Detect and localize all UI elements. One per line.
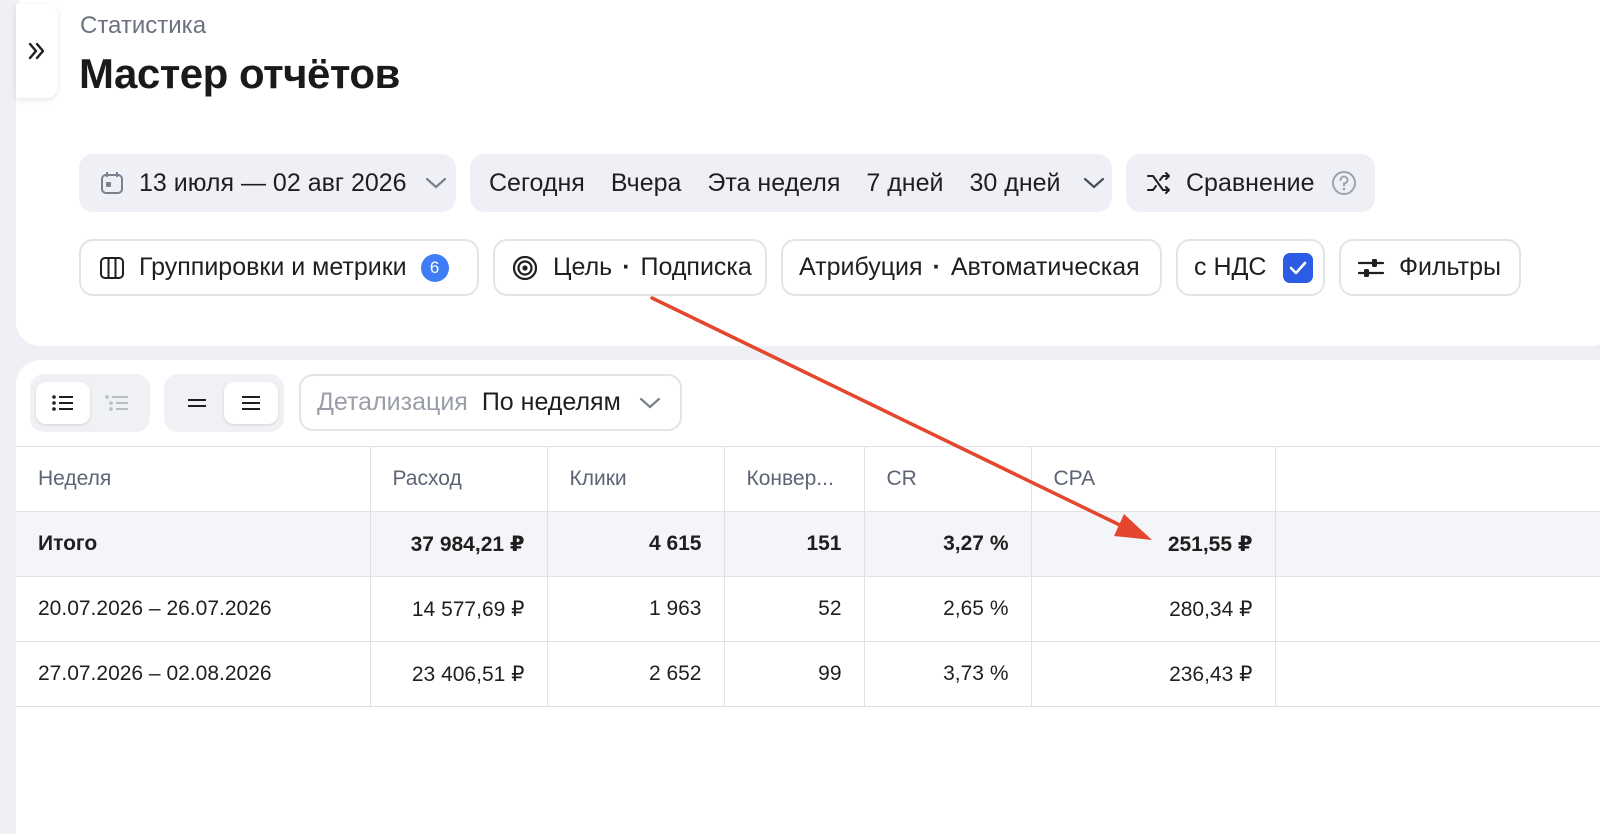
row-cpa: 236,43 ₽ [1031, 641, 1276, 707]
attribution-value: Автоматическая [950, 253, 1140, 281]
chevron-down-icon[interactable] [1083, 176, 1105, 190]
regular-density-button[interactable] [224, 382, 278, 424]
empty-cell [1275, 641, 1600, 707]
calendar-icon [99, 170, 125, 196]
row-cr: 3,73 % [864, 641, 1032, 707]
table-header-row: Неделя Расход Клики Конвер... CR CPA [16, 446, 1600, 512]
total-cpa: 251,55 ₽ [1031, 511, 1276, 577]
double-chevron-right-icon [28, 42, 45, 60]
compact-density-button[interactable] [170, 382, 224, 424]
groupings-count-badge: 6 [420, 253, 449, 282]
breadcrumb[interactable]: Статистика [80, 12, 206, 40]
row-week: 20.07.2026 – 26.07.2026 [16, 576, 371, 642]
column-header-cr[interactable]: CR [864, 446, 1032, 512]
total-row: Итого 37 984,21 ₽ 4 615 151 3,27 % 251,5… [16, 511, 1600, 577]
detail-label: Детализация [317, 388, 468, 416]
column-header-spend[interactable]: Расход [370, 446, 548, 512]
detail-value: По неделям [481, 388, 621, 416]
comparison-label: Сравнение [1186, 168, 1315, 197]
row-density-switch [164, 374, 284, 432]
preset-this-week[interactable]: Эта неделя [707, 169, 840, 198]
compact-rows-icon [188, 399, 206, 407]
total-clicks: 4 615 [547, 511, 725, 577]
groupings-metrics-button[interactable]: Группировки и метрики 6 [79, 239, 479, 296]
row-conversions: 52 [724, 576, 865, 642]
goal-value: Подписка [640, 253, 752, 281]
row-clicks: 1 963 [547, 576, 725, 642]
regular-rows-icon [242, 396, 260, 410]
total-conversions: 151 [724, 511, 865, 577]
indented-list-icon [105, 395, 128, 411]
shuffle-icon [1146, 171, 1172, 195]
row-conversions: 99 [724, 641, 865, 707]
help-icon[interactable] [1331, 170, 1357, 196]
vat-label: с НДС [1194, 253, 1267, 281]
view-mode-switch [30, 374, 150, 432]
report-table: Неделя Расход Клики Конвер... CR CPA Ито… [16, 446, 1600, 707]
vat-toggle[interactable]: с НДС [1176, 239, 1325, 296]
column-header-cpa[interactable]: CPA [1031, 446, 1276, 512]
vat-checkbox[interactable] [1282, 252, 1313, 283]
row-spend: 14 577,69 ₽ [370, 576, 548, 642]
table-row: 20.07.2026 – 26.07.2026 14 577,69 ₽ 1 96… [16, 576, 1600, 642]
filters-button[interactable]: Фильтры [1339, 239, 1521, 296]
row-spend: 23 406,51 ₽ [370, 641, 548, 707]
row-week: 27.07.2026 – 02.08.2026 [16, 641, 371, 707]
date-presets: Сегодня Вчера Эта неделя 7 дней 30 дней [470, 154, 1112, 212]
goal-selector[interactable]: Цель · Подписка [493, 239, 767, 296]
preset-7-days[interactable]: 7 дней [866, 169, 943, 198]
attribution-selector[interactable]: Атрибуция · Автоматическая [781, 239, 1162, 296]
column-header-clicks[interactable]: Клики [547, 446, 725, 512]
empty-cell [1275, 576, 1600, 642]
page-title: Мастер отчётов [79, 50, 400, 97]
nested-list-view-button[interactable] [90, 382, 144, 424]
expand-sidebar-button[interactable] [16, 4, 58, 98]
separator-dot: · [932, 253, 941, 281]
empty-header-cell [1275, 446, 1600, 512]
total-spend: 37 984,21 ₽ [370, 511, 548, 577]
row-clicks: 2 652 [547, 641, 725, 707]
list-view-button[interactable] [36, 382, 90, 424]
column-header-week[interactable]: Неделя [16, 446, 371, 512]
filters-label: Фильтры [1399, 253, 1501, 281]
detail-selector[interactable]: Детализация По неделям [299, 374, 682, 431]
preset-30-days[interactable]: 30 дней [969, 169, 1060, 198]
columns-icon [99, 255, 125, 281]
total-label: Итого [16, 511, 371, 577]
chevron-down-icon [639, 396, 661, 410]
total-cr: 3,27 % [864, 511, 1032, 577]
chevron-down-icon [425, 176, 447, 190]
goal-label: Цель [553, 253, 613, 281]
bullet-list-icon [52, 395, 73, 411]
date-range-picker[interactable]: 13 июля — 02 авг 2026 [79, 154, 456, 212]
row-cpa: 280,34 ₽ [1031, 576, 1276, 642]
groupings-label: Группировки и метрики [139, 253, 407, 281]
preset-today[interactable]: Сегодня [489, 169, 585, 198]
comparison-button[interactable]: Сравнение [1126, 154, 1375, 212]
sliders-icon [1357, 255, 1385, 281]
checkmark-icon [1289, 261, 1306, 274]
row-cr: 2,65 % [864, 576, 1032, 642]
target-icon [511, 254, 539, 282]
empty-cell [1275, 511, 1600, 577]
column-header-conversions[interactable]: Конвер... [724, 446, 865, 512]
attribution-label: Атрибуция [799, 253, 923, 281]
separator-dot: · [622, 253, 631, 281]
preset-yesterday[interactable]: Вчера [611, 169, 682, 198]
table-row: 27.07.2026 – 02.08.2026 23 406,51 ₽ 2 65… [16, 641, 1600, 707]
date-range-value: 13 июля — 02 авг 2026 [139, 168, 407, 197]
